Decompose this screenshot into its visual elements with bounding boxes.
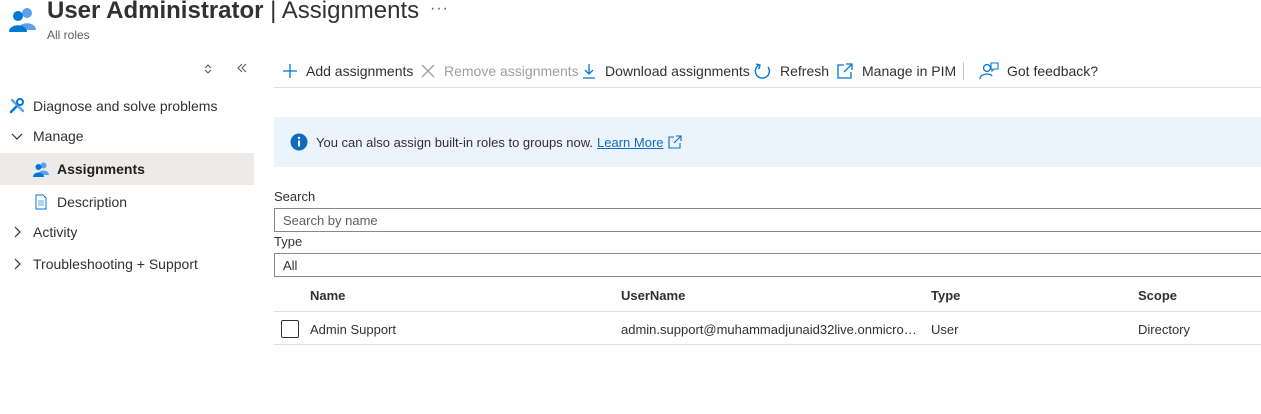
page-title-sub: Assignments [281, 0, 420, 24]
users-icon [8, 6, 38, 32]
sidebar-item-manage[interactable]: Manage [0, 120, 254, 152]
toolbar-divider [963, 62, 964, 80]
external-link-icon [667, 135, 682, 149]
sidebar-item-label: Description [57, 194, 128, 210]
chevron-right-icon [9, 224, 25, 240]
column-header-name[interactable]: Name [310, 288, 345, 303]
type-label: Type [274, 234, 303, 249]
column-header-scope[interactable]: Scope [1138, 288, 1177, 303]
info-banner: You can also assign built-in roles to gr… [274, 117, 1261, 167]
page-title-separator: | [263, 0, 282, 24]
cell-username: admin.support@muhammadjunaid32live.onmic… [621, 322, 923, 337]
cell-scope: Directory [1138, 322, 1191, 337]
sidebar-item-activity[interactable]: Activity [0, 216, 254, 248]
search-box [274, 208, 1261, 232]
table-row[interactable]: Admin Support admin.support@muhammadjuna… [274, 313, 1261, 345]
sidebar-item-assignments[interactable]: Assignments [0, 153, 254, 185]
remove-assignments-button[interactable]: Remove assignments [420, 60, 579, 82]
document-icon [33, 194, 49, 210]
collapse-sidebar-icon[interactable] [236, 61, 248, 78]
refresh-label: Refresh [780, 63, 830, 79]
sidebar-item-troubleshooting[interactable]: Troubleshooting + Support [0, 248, 254, 280]
chevron-right-icon [9, 256, 25, 272]
column-header-username[interactable]: UserName [621, 288, 685, 303]
page-title: User Administrator | Assignments [47, 0, 419, 26]
sidebar-item-description[interactable]: Description [0, 186, 254, 218]
external-link-icon [837, 63, 853, 79]
manage-in-pim-button[interactable]: Manage in PIM [836, 60, 956, 82]
sidebar-controls [200, 61, 254, 81]
sort-icon[interactable] [204, 63, 212, 78]
more-options-icon[interactable]: ··· [430, 0, 449, 18]
download-assignments-button[interactable]: Download assignments [581, 60, 750, 82]
search-input[interactable] [283, 212, 1261, 228]
sidebar-item-label: Diagnose and solve problems [33, 98, 218, 114]
sidebar: Diagnose and solve problems Manage Assig… [0, 55, 254, 414]
refresh-button[interactable]: Refresh [754, 60, 829, 82]
add-assignments-label: Add assignments [306, 63, 414, 79]
learn-more-link[interactable]: Learn More [597, 135, 663, 150]
column-header-type[interactable]: Type [931, 288, 960, 303]
type-select-value: All [283, 257, 298, 273]
feedback-label: Got feedback? [1007, 63, 1099, 79]
search-label: Search [274, 189, 316, 204]
page-header: User Administrator | Assignments ··· All… [0, 0, 1261, 50]
close-icon [421, 64, 435, 78]
table-header: Name UserName Type Scope [274, 280, 1261, 312]
type-select[interactable]: All [274, 253, 1261, 277]
sidebar-item-label: Troubleshooting + Support [33, 256, 198, 272]
feedback-button[interactable]: Got feedback? [979, 60, 1098, 82]
cell-type: User [931, 322, 959, 337]
add-assignments-button[interactable]: Add assignments [282, 60, 413, 82]
chevron-down-icon [9, 128, 25, 144]
page-subtitle: All roles [47, 28, 90, 42]
sidebar-item-label: Manage [33, 128, 84, 144]
refresh-icon [754, 63, 771, 79]
cell-name: Admin Support [310, 322, 396, 337]
remove-assignments-label: Remove assignments [444, 63, 579, 79]
info-icon [290, 133, 308, 151]
sidebar-item-label: Assignments [57, 161, 145, 177]
info-banner-text: You can also assign built-in roles to gr… [316, 134, 594, 150]
command-bar: Add assignments Remove assignments Downl… [274, 55, 1261, 88]
download-icon [583, 64, 595, 79]
download-assignments-label: Download assignments [605, 63, 750, 79]
wrench-icon [9, 98, 25, 114]
sidebar-item-label: Activity [33, 224, 78, 240]
page-title-main: User Administrator [47, 0, 264, 24]
plus-icon [283, 64, 297, 78]
feedback-icon [979, 62, 999, 80]
sidebar-item-diagnose[interactable]: Diagnose and solve problems [0, 90, 254, 122]
row-checkbox[interactable] [281, 320, 299, 338]
users-icon [33, 161, 49, 177]
manage-in-pim-label: Manage in PIM [862, 63, 957, 79]
